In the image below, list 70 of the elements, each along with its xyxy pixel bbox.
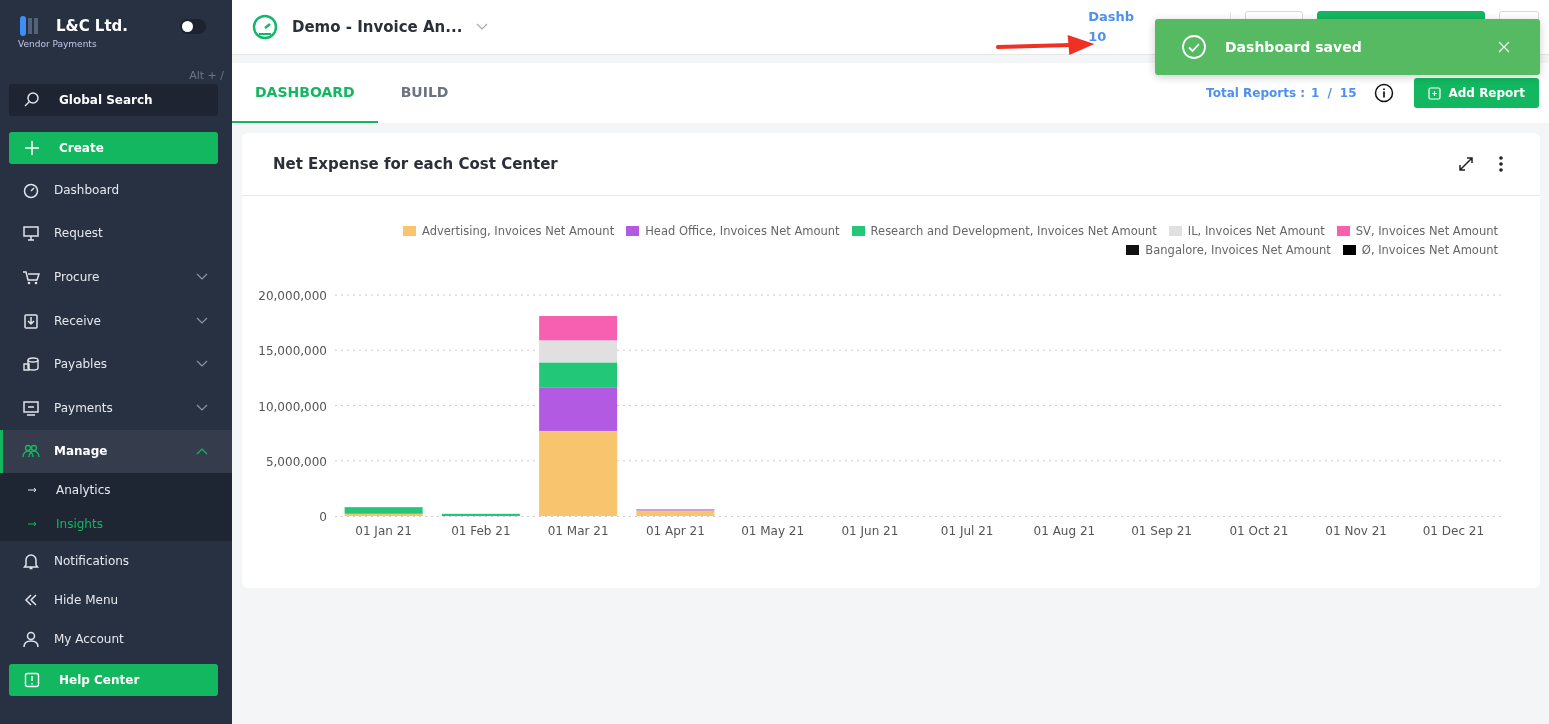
total-reports-label: Total Reports : [1206, 86, 1306, 100]
search-icon [23, 91, 41, 109]
y-axis-label: 5,000,000 [265, 454, 327, 469]
plus-icon [23, 139, 41, 157]
header-link[interactable]: Dashb [1088, 7, 1134, 27]
plus-square-icon [1428, 86, 1442, 100]
y-axis-label: 20,000,000 [258, 289, 327, 303]
bell-icon [22, 551, 40, 570]
sidebar-item[interactable]: Procure [0, 255, 232, 299]
y-axis-label: 10,000,000 [258, 399, 327, 414]
person-icon [22, 629, 40, 648]
x-axis-label: 01 Dec 21 [1422, 524, 1485, 538]
sidebar-item[interactable]: Receive [0, 298, 232, 343]
report-count: 1 [1311, 86, 1320, 100]
speedometer-icon [252, 14, 278, 40]
sidebar-item[interactable]: Payables [0, 342, 232, 386]
legend-item[interactable]: Ø, Invoices Net Amount [1342, 243, 1498, 257]
sidebar-item[interactable]: Dashboard [0, 168, 232, 212]
monitor-icon [22, 224, 40, 243]
header-link[interactable]: 10 [1088, 27, 1134, 47]
legend-item[interactable]: Research and Development, Invoices Net Amount [851, 224, 1157, 238]
info-icon [23, 671, 41, 690]
coins-icon [22, 355, 40, 374]
logo-icon [18, 14, 40, 38]
x-axis-label: 01 Jul 21 [940, 524, 994, 538]
x-axis-label: 01 Apr 21 [645, 524, 705, 538]
sidebar-item[interactable]: My Account [0, 619, 232, 659]
cart-icon [22, 268, 40, 286]
x-axis-label: 01 Feb 21 [451, 524, 511, 538]
sidebar-item[interactable]: Hide Menu [0, 580, 232, 620]
sidebar-subitem[interactable]: Insights [0, 507, 232, 542]
sidebar-item[interactable]: Notifications [0, 541, 232, 581]
y-axis-label: 0 [319, 510, 327, 524]
arrow-right-icon [28, 521, 38, 528]
sidebar-item[interactable]: Manage [0, 429, 232, 474]
tab[interactable]: BUILD [377, 63, 472, 123]
shortcut-hint: Alt + / [188, 68, 225, 84]
legend-item[interactable]: Bangalore, Invoices Net Amount [1126, 243, 1331, 257]
sidebar-subitem[interactable]: Analytics [0, 473, 232, 508]
x-axis-label: 01 Mar 21 [547, 524, 609, 538]
company-subtitle: Vendor Payments [17, 38, 98, 49]
y-axis-label: 15,000,000 [258, 344, 327, 359]
x-axis-label: 01 May 21 [741, 524, 805, 538]
arrow-right-icon [28, 487, 38, 494]
check-circle-icon [1181, 34, 1207, 60]
dashboard-title: Demo - Invoice An... [292, 18, 463, 36]
monitor-icon [22, 398, 40, 417]
x-axis-label: 01 Jan 21 [355, 524, 412, 538]
sidebar-item[interactable]: Request [0, 211, 232, 256]
more-icon[interactable] [1498, 155, 1504, 173]
legend-item[interactable]: IL, Invoices Net Amount [1168, 224, 1325, 238]
x-axis-label: 01 Aug 21 [1033, 524, 1096, 538]
global-search-button[interactable]: Global Search [9, 84, 218, 116]
toast-message: Dashboard saved [1225, 39, 1363, 55]
x-axis-label: 01 Jun 21 [841, 524, 899, 538]
x-axis-label: 01 Sep 21 [1131, 524, 1192, 538]
count-separator: / [1327, 86, 1332, 100]
sidebar-item[interactable]: Payments [0, 385, 232, 430]
report-total: 15 [1339, 86, 1357, 100]
download-icon [22, 311, 40, 330]
report-title: Net Expense for each Cost Center [273, 155, 559, 173]
info-icon[interactable] [1374, 83, 1395, 103]
legend-item[interactable]: Head Office, Invoices Net Amount [626, 224, 840, 238]
expand-icon[interactable] [1458, 156, 1474, 172]
legend-item[interactable]: Advertising, Invoices Net Amount [403, 224, 615, 238]
x-axis-label: 01 Oct 21 [1229, 524, 1289, 538]
company-name: L&C Ltd. [56, 17, 130, 35]
legend-item[interactable]: SV, Invoices Net Amount [1336, 224, 1498, 238]
x-axis-label: 01 Nov 21 [1325, 524, 1387, 538]
theme-toggle[interactable] [180, 18, 206, 34]
